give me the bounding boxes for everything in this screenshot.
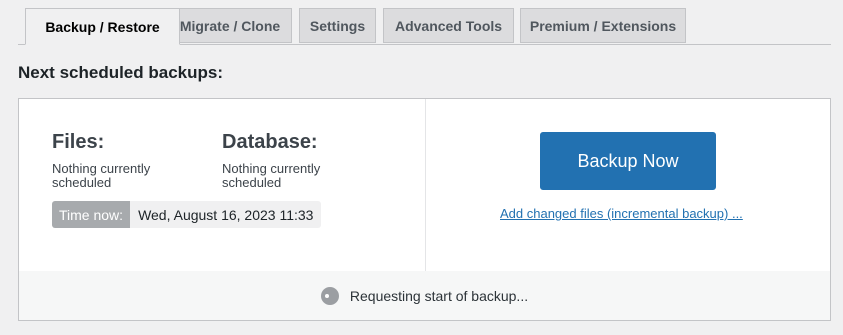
actions-section: Backup Now Add changed files (incrementa… [426, 99, 830, 271]
files-title: Files: [52, 131, 105, 153]
schedule-section: Files: Nothing currently scheduled Datab… [19, 99, 426, 271]
database-title: Database: [222, 131, 318, 153]
tab-backup-restore[interactable]: Backup / Restore [25, 8, 180, 45]
files-status: Nothing currently scheduled [52, 161, 151, 190]
time-now-value: Wed, August 16, 2023 11:33 [130, 201, 322, 228]
database-status: Nothing currently scheduled [222, 161, 321, 190]
page-title: Next scheduled backups: [18, 63, 224, 82]
nav-tabs: Migrate / Clone Settings Advanced Tools … [18, 8, 831, 45]
tab-migrate-clone[interactable]: Migrate / Clone [168, 8, 292, 43]
backup-panel: Files: Nothing currently scheduled Datab… [18, 98, 831, 321]
spinner-icon [320, 286, 339, 305]
status-bar: Requesting start of backup... [19, 271, 830, 320]
status-message: Requesting start of backup... [349, 287, 529, 304]
incremental-backup-link[interactable]: Add changed files (incremental backup) .… [500, 206, 743, 221]
time-now: Time now: Wed, August 16, 2023 11:33 [52, 201, 322, 228]
tab-premium-extensions[interactable]: Premium / Extensions [520, 8, 686, 43]
backup-now-button[interactable]: Backup Now [540, 132, 716, 190]
tab-advanced-tools[interactable]: Advanced Tools [383, 8, 514, 43]
time-now-label: Time now: [52, 201, 131, 228]
tab-settings[interactable]: Settings [299, 8, 376, 43]
